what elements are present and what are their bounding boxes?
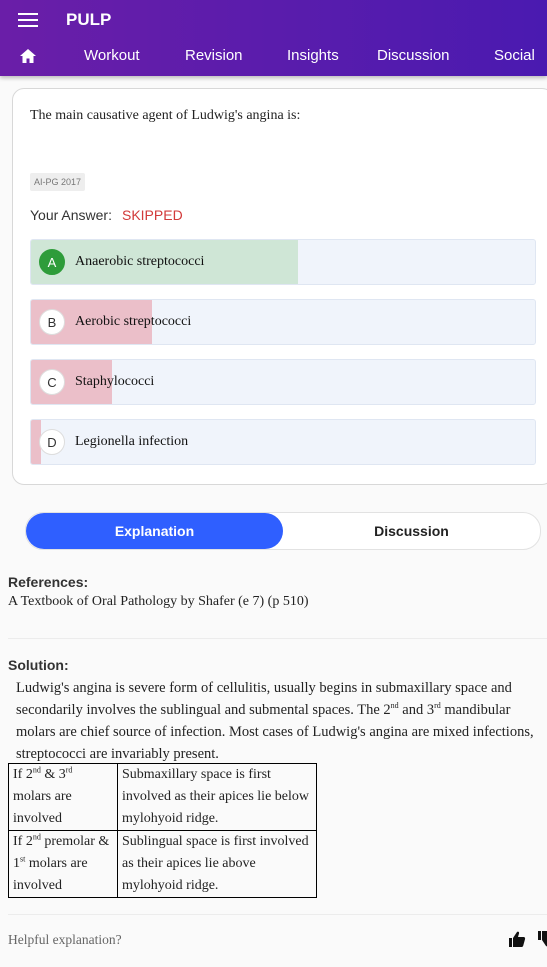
tab-discussion-panel[interactable]: Discussion (283, 513, 540, 549)
top-nav: Workout Revision Insights Discussion Soc… (0, 40, 547, 72)
tab-explanation[interactable]: Explanation (26, 513, 283, 549)
question-text: The main causative agent of Ludwig's ang… (30, 108, 301, 123)
table-row: If 2nd & 3rd molars are involved Submaxi… (8, 763, 317, 831)
exam-tag: AI-PG 2017 (30, 173, 86, 191)
option-text: Aerobic streptococci (75, 314, 192, 329)
table-cell: Submaxillary space is first involved as … (117, 763, 317, 831)
table-cell: Sublingual space is first involved as th… (117, 830, 317, 898)
home-icon[interactable] (19, 48, 37, 64)
cell-text: If 2 (13, 834, 33, 849)
your-answer: Your Answer: SKIPPED (30, 207, 183, 223)
option-text: Anaerobic streptococci (75, 254, 205, 269)
cell-text: molars are involved (13, 856, 88, 893)
option-c[interactable]: C Staphylococci (30, 359, 536, 405)
app-bar: PULP Workout Revision Insights Discussio… (0, 0, 547, 76)
explanation-tabs: Explanation Discussion (25, 512, 541, 550)
option-text: Legionella infection (75, 434, 189, 449)
solution-text-part: Ludwig's angina is severe form of cellul… (16, 680, 512, 718)
superscript: nd (390, 701, 399, 711)
solution-text: Ludwig's angina is severe form of cellul… (16, 677, 547, 765)
answer-status: SKIPPED (121, 207, 183, 223)
option-a[interactable]: A Anaerobic streptococci (30, 239, 536, 285)
option-text: Staphylococci (75, 374, 155, 389)
solution-heading: Solution: (8, 657, 69, 673)
reference-text: A Textbook of Oral Pathology by Shafer (… (8, 594, 309, 609)
superscript: nd (32, 765, 41, 775)
superscript: rd (434, 701, 441, 711)
cell-text: & 3 (40, 767, 66, 782)
tab-workout[interactable]: Workout (84, 47, 140, 64)
references-heading: References: (8, 574, 89, 590)
superscript: nd (32, 832, 41, 842)
thumbs-down-icon[interactable] (537, 930, 547, 948)
solution-table: If 2nd & 3rd molars are involved Submaxi… (8, 763, 317, 898)
tab-social[interactable]: Social (494, 47, 535, 64)
table-cell: If 2nd premolar & 1st molars are involve… (8, 830, 118, 898)
option-letter-c: C (39, 369, 65, 395)
table-cell: If 2nd & 3rd molars are involved (8, 763, 118, 831)
tab-discussion[interactable]: Discussion (377, 47, 450, 64)
table-row: If 2nd premolar & 1st molars are involve… (8, 830, 317, 898)
app-title: PULP (66, 10, 112, 29)
thumbs-up-icon[interactable] (508, 930, 526, 948)
menu-icon[interactable] (18, 13, 38, 27)
tab-insights[interactable]: Insights (287, 47, 339, 64)
question-card: The main causative agent of Ludwig's ang… (12, 88, 547, 485)
cell-text: molars are involved (13, 789, 72, 826)
tab-revision[interactable]: Revision (185, 47, 243, 64)
option-b[interactable]: B Aerobic streptococci (30, 299, 536, 345)
divider (8, 914, 547, 915)
divider (8, 638, 547, 639)
option-letter-b: B (39, 309, 65, 335)
helpful-prompt: Helpful explanation? (8, 932, 122, 947)
superscript: rd (65, 765, 73, 775)
cell-text: If 2 (13, 767, 33, 782)
option-letter-d: D (39, 429, 65, 455)
option-d[interactable]: D Legionella infection (30, 419, 536, 465)
option-letter-a: A (39, 249, 65, 275)
answer-label: Your Answer: (30, 207, 112, 223)
solution-text-part: and 3 (398, 702, 435, 718)
